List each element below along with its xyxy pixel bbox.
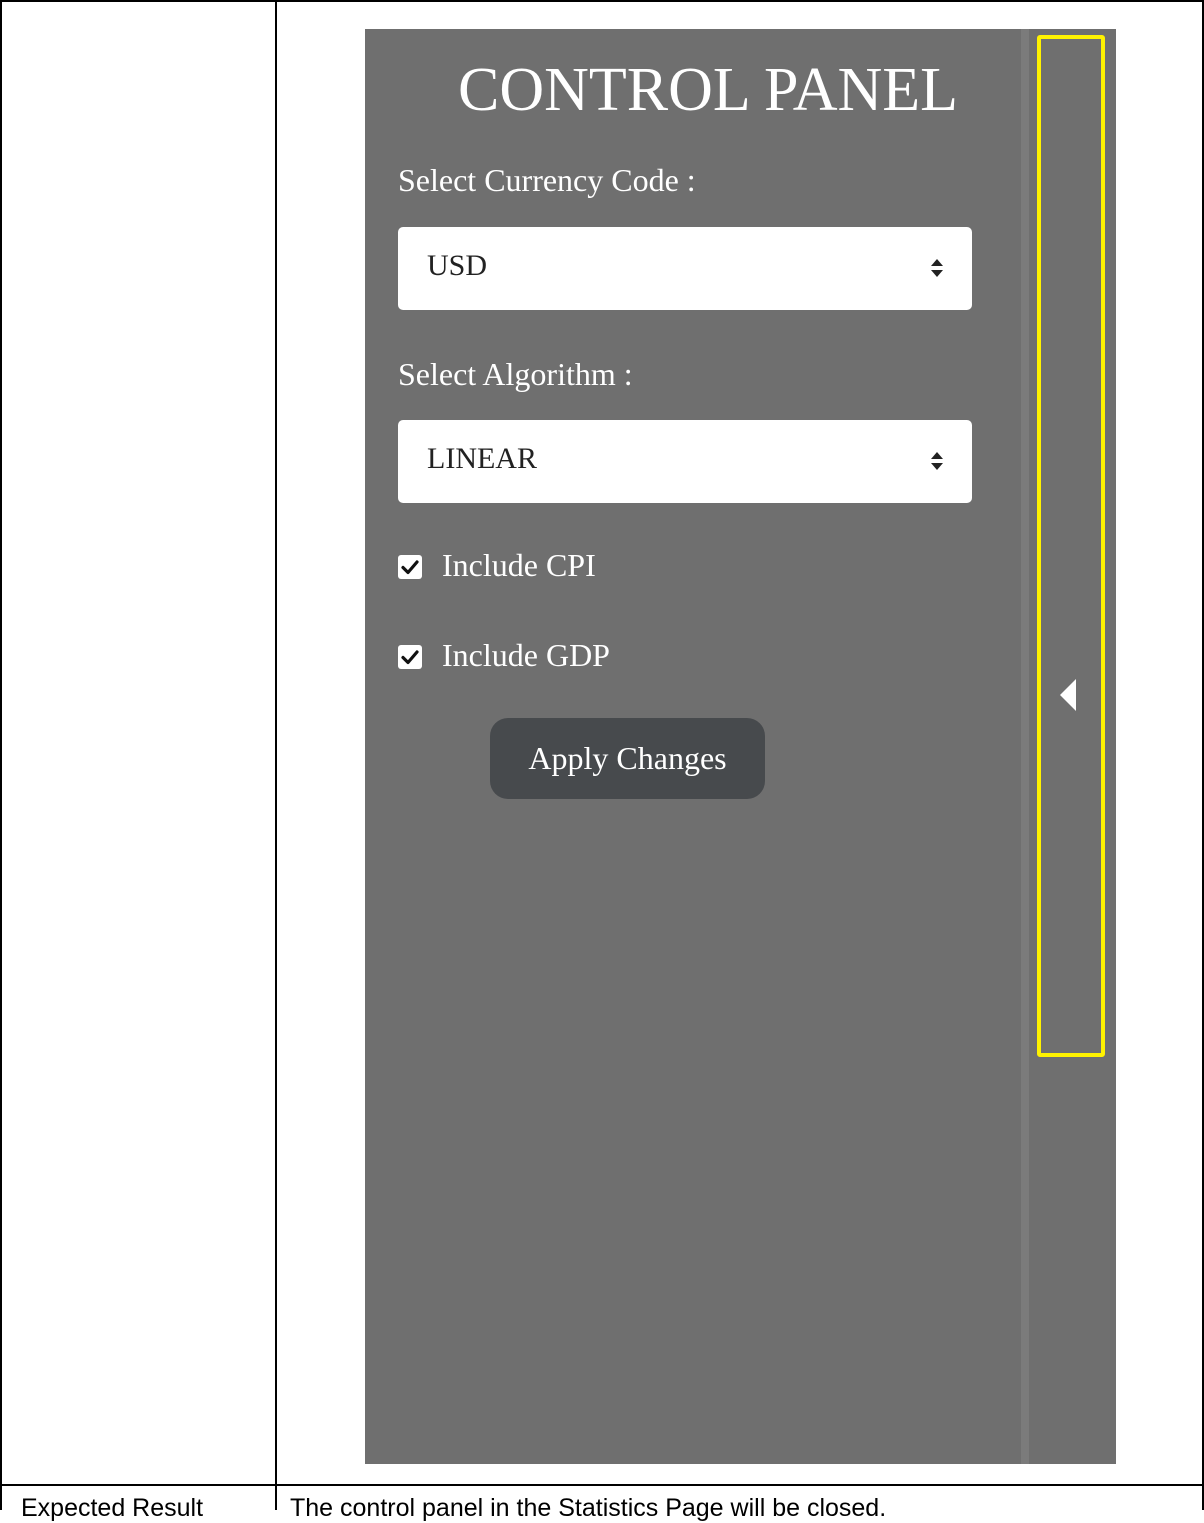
control-panel-screenshot: CONTROL PANEL Select Currency Code : USD… [365,29,1116,1464]
include-gdp-label: Include GDP [442,637,610,673]
algorithm-select[interactable]: LINEAR [398,420,972,503]
include-cpi-label: Include CPI [442,547,596,583]
apply-changes-button[interactable]: Apply Changes [490,718,765,799]
table-border-left [0,0,2,1510]
currency-select[interactable]: USD [398,227,972,310]
expected-result-label: Expected Result [21,1494,204,1522]
test-case-table: CONTROL PANEL Select Currency Code : USD… [0,0,1204,1522]
table-border-top [0,0,1204,2]
currency-select-value: USD [427,249,488,282]
panel-divider [1021,29,1029,1464]
collapse-panel-handle[interactable] [1037,35,1105,1057]
include-gdp-checkbox[interactable] [398,645,422,669]
panel-title: CONTROL PANEL [457,56,959,124]
sort-arrows-icon [931,259,943,277]
algorithm-select-value: LINEAR [427,442,537,475]
include-cpi-checkbox[interactable] [398,555,422,579]
sort-arrows-icon [931,452,943,470]
table-column-divider [275,0,277,1510]
table-row-divider [0,1484,1204,1486]
expected-result-text: The control panel in the Statistics Page… [290,1494,887,1522]
checkmark-icon [401,560,419,575]
currency-label: Select Currency Code : [398,162,696,198]
checkmark-icon [401,650,419,665]
algorithm-label: Select Algorithm : [398,356,633,392]
caret-left-icon[interactable] [1060,679,1076,711]
